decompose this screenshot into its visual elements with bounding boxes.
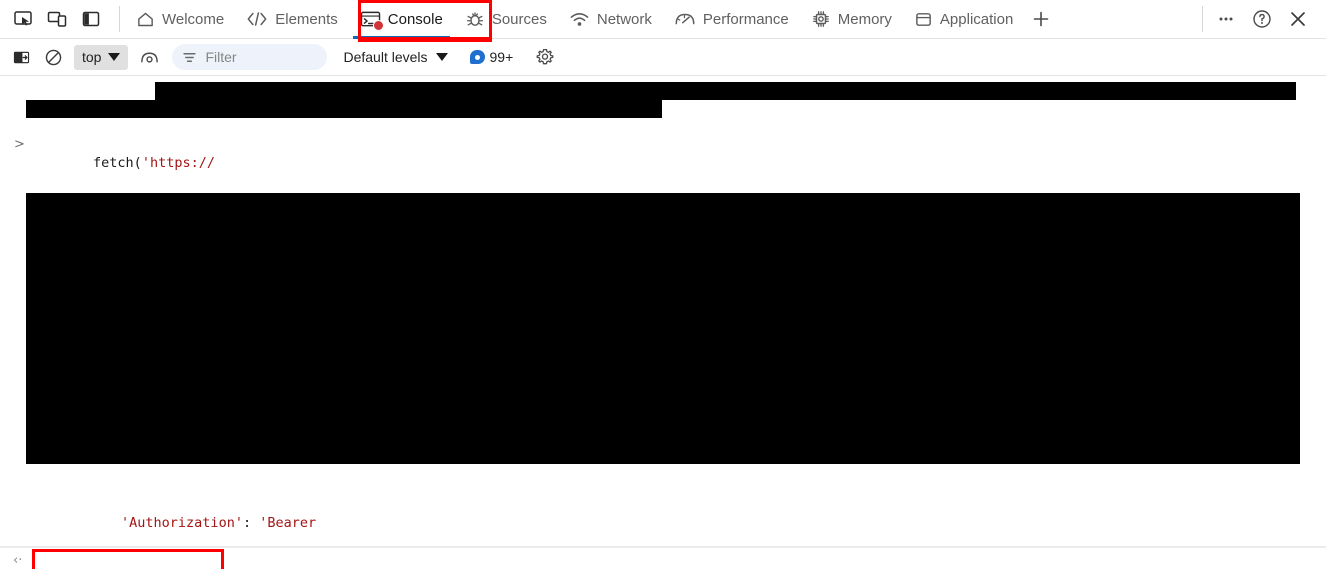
more-tools-add-icon[interactable] [1024,3,1058,35]
code-token: 'Authorization' [121,515,243,531]
console-filter-toolbar: top Filter Default levels 99+ [0,39,1326,76]
clear-console-icon[interactable] [38,43,68,71]
tab-performance[interactable]: Performance [663,0,800,39]
chevron-down-icon [108,53,121,61]
tab-elements[interactable]: Elements [235,0,349,39]
tab-label: Elements [275,10,338,28]
javascript-context-select[interactable]: top [74,44,129,70]
gauge-icon [674,10,696,29]
tab-sources[interactable]: Sources [454,0,558,39]
log-levels-select[interactable]: Default levels [343,49,448,65]
chip-icon [811,9,831,29]
devtools-tool-icons [0,0,114,39]
code-brackets-icon [246,10,268,28]
tab-label: Memory [837,10,892,28]
redacted-token-block [26,193,1300,464]
devtools-tabbar: Welcome Elements Console Sources Network… [0,0,1326,40]
tab-network[interactable]: Network [558,0,663,39]
console-result-value[interactable]: Promise {<pending>} [39,552,273,569]
tab-console[interactable]: Console [349,0,454,39]
console-result-row[interactable]: ‹· Promise {<pending>} [0,547,1326,569]
console-terminal-icon [360,10,384,31]
eye-icon[interactable] [134,43,164,71]
tab-application[interactable]: Application [903,0,1024,39]
tab-label: Sources [491,10,547,28]
tab-welcome[interactable]: Welcome [125,0,235,39]
tab-memory[interactable]: Memory [800,0,903,39]
issues-counter[interactable]: 99+ [469,49,514,65]
code-token: 'https:// [141,155,215,171]
close-icon[interactable] [1280,3,1316,35]
context-value: top [82,49,102,65]
tab-label: Console [387,10,443,28]
dock-side-icon[interactable] [74,3,108,35]
issues-bubble-icon [469,50,485,64]
inspect-element-icon[interactable] [6,3,40,35]
devtools-window: Welcome Elements Console Sources Network… [0,0,1326,570]
console-sidebar-icon[interactable] [6,43,36,71]
device-emulation-icon[interactable] [40,3,74,35]
bug-icon [465,10,485,29]
console-output-area[interactable]: >fetch('https:// , { method: 'POST', hea… [0,76,1326,569]
more-options-icon[interactable] [1208,3,1244,35]
redacted-url-part-1 [155,82,1296,100]
tab-label: Network [596,10,652,28]
console-filter-input[interactable]: Filter [172,44,328,70]
levels-value: Default levels [343,49,428,65]
chevron-down-icon [435,53,448,61]
console-prompt-marker: > [14,137,25,152]
code-token: : [242,515,260,531]
redacted-url-part-2 [26,100,662,118]
filter-placeholder: Filter [205,49,237,65]
code-token: fetch( [93,155,142,171]
gear-icon[interactable] [531,43,559,71]
devtools-tab-list: Welcome Elements Console Sources Network… [125,0,1197,39]
issues-count: 99+ [489,49,514,65]
tab-label: Welcome [162,10,225,28]
devtools-window-controls [1197,0,1326,39]
console-result-marker: ‹· [13,553,23,568]
console-error-badge-icon [372,19,384,31]
toolbar-divider-right [1202,6,1203,32]
help-icon[interactable] [1244,3,1280,35]
home-icon [136,10,155,29]
toolbar-divider [119,6,120,32]
database-icon [914,10,933,29]
tab-label: Performance [702,10,789,28]
tab-label: Application [939,10,1014,28]
code-line: 'Authorization': 'Bearer [0,496,1326,531]
code-line: > fetch('https:// [0,136,1326,171]
filter-icon [182,50,197,65]
console-tab-highlight-box-bottom [358,39,492,42]
code-token: 'Bearer [259,515,317,531]
wifi-icon [569,10,590,29]
